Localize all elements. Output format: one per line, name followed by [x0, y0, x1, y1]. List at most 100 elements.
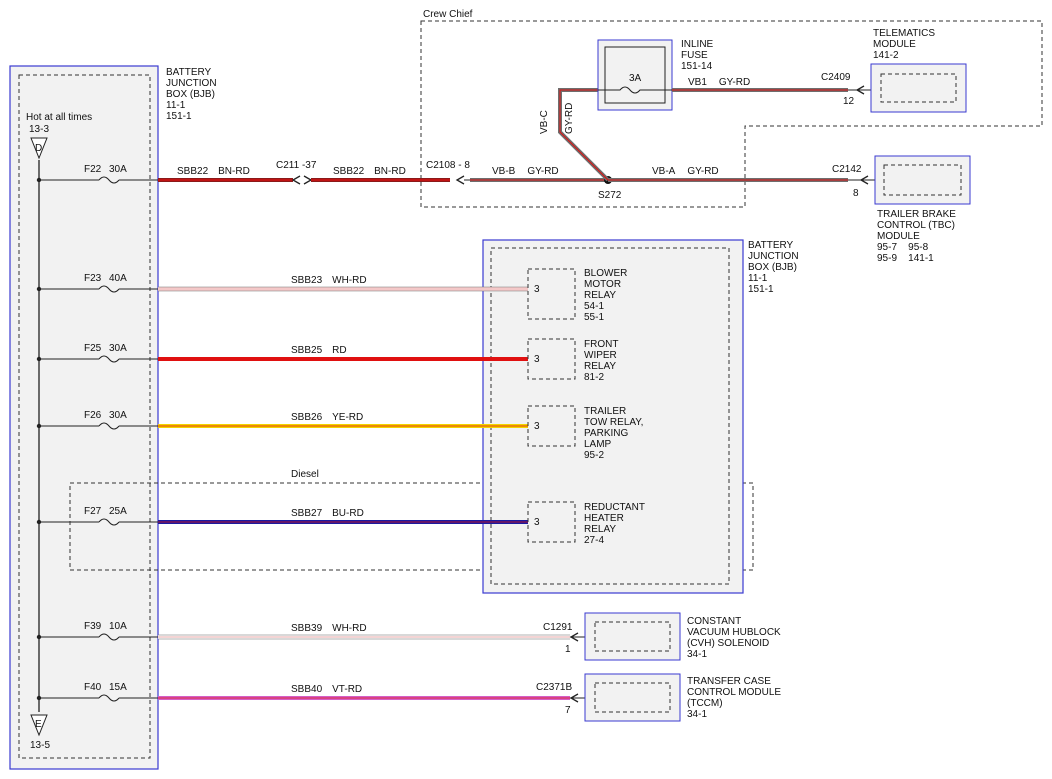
svg-text:F23: F23	[84, 273, 102, 284]
svg-text:30A: 30A	[109, 164, 127, 175]
svg-text:FRONT: FRONT	[584, 339, 618, 350]
svg-text:151-14: 151-14	[681, 61, 713, 72]
c2409-label: C2409	[821, 72, 851, 83]
wire-vb-c-color: GY-RD	[564, 103, 575, 134]
svg-text:F26: F26	[84, 410, 102, 421]
bjb-right-title: BATTERY JUNCTION BOX (BJB) 11-1 151-1	[748, 240, 799, 295]
svg-text:BOX (BJB): BOX (BJB)	[748, 262, 797, 273]
diesel-label: Diesel	[291, 469, 319, 480]
bottom-ref: 13-5	[30, 740, 50, 751]
svg-text:MODULE: MODULE	[877, 231, 920, 242]
svg-text:11-1: 11-1	[748, 273, 768, 284]
svg-text:BATTERY: BATTERY	[748, 240, 794, 251]
svg-text:27-4: 27-4	[584, 535, 604, 546]
svg-text:55-1: 55-1	[584, 312, 604, 323]
tccm-label: TRANSFER CASE CONTROL MODULE (TCCM) 34-1	[687, 676, 781, 720]
bjb-left-title: BATTERY JUNCTION BOX (BJB) 11-1 151-1	[166, 67, 217, 122]
svg-text:TOW RELAY,: TOW RELAY,	[584, 417, 643, 428]
svg-text:F25: F25	[84, 343, 102, 354]
svg-text:TRAILER: TRAILER	[584, 406, 626, 417]
inline-fuse-rating: 3A	[629, 73, 642, 84]
wire-sbb40-label: SBB40 VT-RD	[291, 684, 362, 695]
svg-text:CONTROL (TBC): CONTROL (TBC)	[877, 220, 955, 231]
wire-sbb22-a-label: SBB22 BN-RD	[177, 166, 250, 177]
wire-vb1-label: VB1 GY-RD	[688, 77, 750, 88]
svg-text:F27: F27	[84, 506, 102, 517]
svg-text:CONTROL MODULE: CONTROL MODULE	[687, 687, 781, 698]
svg-text:25A: 25A	[109, 506, 127, 517]
connector-e-label: E	[35, 719, 42, 730]
svg-text:TRANSFER CASE: TRANSFER CASE	[687, 676, 771, 687]
svg-text:F40: F40	[84, 682, 102, 693]
tbc-module-label: TRAILER BRAKE CONTROL (TBC) MODULE 95-7 …	[877, 209, 956, 264]
c2142-pin: 8	[853, 188, 859, 199]
svg-text:MOTOR: MOTOR	[584, 279, 621, 290]
svg-text:BOX (BJB): BOX (BJB)	[166, 89, 215, 100]
c1291-label: C1291	[543, 622, 573, 633]
crew-chief-label: Crew Chief	[423, 9, 473, 20]
svg-text:FUSE: FUSE	[681, 50, 708, 61]
splice-label: S272	[598, 190, 622, 201]
svg-text:BATTERY: BATTERY	[166, 67, 212, 78]
wire-sbb39-label: SBB39 WH-RD	[291, 623, 367, 634]
c1291-pin: 1	[565, 644, 571, 655]
wire-sbb25-label: SBB25 RD	[291, 345, 347, 356]
svg-text:F22: F22	[84, 164, 102, 175]
svg-text:30A: 30A	[109, 410, 127, 421]
svg-text:MODULE: MODULE	[873, 39, 916, 50]
hot-at-all-times-label: Hot at all times	[26, 112, 92, 123]
svg-text:RELAY: RELAY	[584, 290, 616, 301]
connector-d-label: D	[35, 143, 42, 154]
wire-sbb22-b-label: SBB22 BN-RD	[333, 166, 406, 177]
svg-text:TELEMATICS: TELEMATICS	[873, 28, 935, 39]
svg-text:81-2: 81-2	[584, 372, 604, 383]
svg-text:34-1: 34-1	[687, 709, 707, 720]
svg-text:95-2: 95-2	[584, 450, 604, 461]
c2108-label: C2108 - 8	[426, 160, 470, 171]
wire-sbb27-label: SBB27 BU-RD	[291, 508, 364, 519]
svg-text:JUNCTION: JUNCTION	[748, 251, 799, 262]
svg-text:WIPER: WIPER	[584, 350, 617, 361]
c2409-pin: 12	[843, 96, 855, 107]
c2142-label: C2142	[832, 164, 862, 175]
tbc-module-box	[874, 155, 971, 205]
telematics-module-box	[870, 63, 967, 113]
svg-text:PARKING: PARKING	[584, 428, 628, 439]
c211-arrow	[291, 175, 301, 185]
c2371b-pin: 7	[565, 705, 571, 716]
svg-text:RELAY: RELAY	[584, 361, 616, 372]
cvh-solenoid-box	[584, 612, 681, 661]
svg-text:F39: F39	[84, 621, 102, 632]
svg-text:40A: 40A	[109, 273, 127, 284]
wire-sbb26-label: SBB26 YE-RD	[291, 412, 363, 423]
hot-ref: 13-3	[29, 124, 49, 135]
svg-text:3: 3	[534, 517, 540, 528]
wire-sbb23-label: SBB23 WH-RD	[291, 275, 367, 286]
svg-text:BLOWER: BLOWER	[584, 268, 627, 279]
telematics-module-label: TELEMATICS MODULE 141-2	[873, 28, 935, 61]
svg-text:JUNCTION: JUNCTION	[166, 78, 217, 89]
svg-text:151-1: 151-1	[748, 284, 774, 295]
c211-label: C211 -37	[276, 160, 317, 171]
svg-text:95-9 141-1: 95-9 141-1	[877, 253, 934, 264]
svg-text:LAMP: LAMP	[584, 439, 612, 450]
svg-text:(TCCM): (TCCM)	[687, 698, 723, 709]
cvh-solenoid-label: CONSTANT VACUUM HUBLOCK (CVH) SOLENOID 3…	[687, 616, 781, 660]
svg-text:VACUUM HUBLOCK: VACUUM HUBLOCK	[687, 627, 781, 638]
svg-text:TRAILER BRAKE: TRAILER BRAKE	[877, 209, 956, 220]
svg-text:95-7 95-8: 95-7 95-8	[877, 242, 929, 253]
svg-text:34-1: 34-1	[687, 649, 707, 660]
svg-text:(CVH) SOLENOID: (CVH) SOLENOID	[687, 638, 769, 649]
svg-text:3: 3	[534, 421, 540, 432]
svg-text:141-2: 141-2	[873, 50, 899, 61]
svg-text:10A: 10A	[109, 621, 127, 632]
svg-text:151-1: 151-1	[166, 111, 192, 122]
svg-text:REDUCTANT: REDUCTANT	[584, 502, 645, 513]
c2108-arrow	[455, 175, 465, 185]
svg-text:3: 3	[534, 354, 540, 365]
wire-vb-a-label: VB-A GY-RD	[652, 166, 719, 177]
svg-text:RELAY: RELAY	[584, 524, 616, 535]
inline-fuse-label: INLINE FUSE 151-14	[681, 39, 714, 72]
wire-vb-c-label: VB-C	[539, 110, 550, 134]
wire-vb-b-label: VB-B GY-RD	[492, 166, 559, 177]
